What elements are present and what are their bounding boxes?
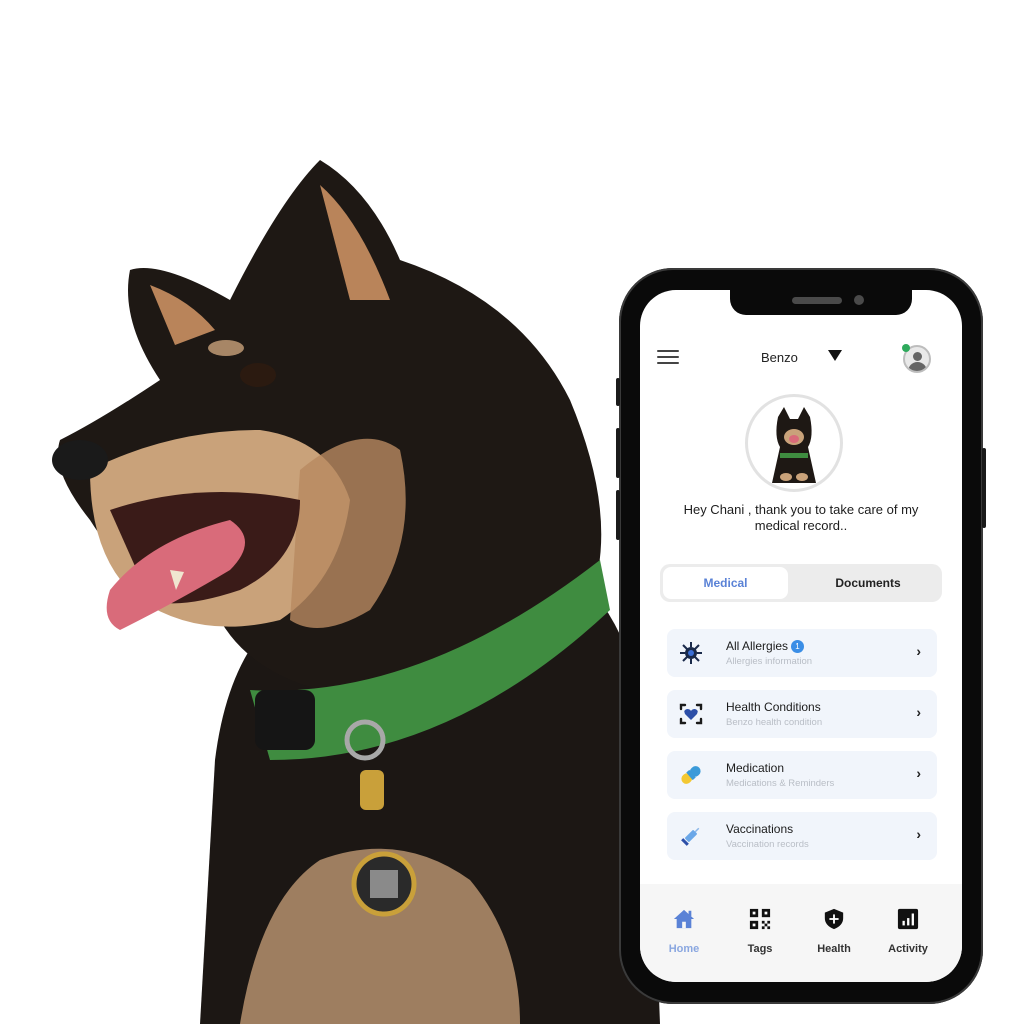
triangle-down-icon[interactable]	[828, 350, 842, 361]
bar-chart-icon	[897, 908, 919, 930]
nav-home[interactable]: Home	[654, 908, 714, 955]
card-title: All Allergies 1	[726, 639, 805, 653]
card-title: Health Conditions	[726, 700, 821, 714]
greeting-text: Hey Chani , thank you to take care of my…	[683, 502, 919, 533]
card-subtitle: Allergies information	[726, 656, 813, 667]
syringe-icon	[681, 827, 700, 846]
virus-icon	[680, 642, 702, 664]
chevron-right-icon: ›	[916, 765, 921, 781]
nav-health[interactable]: Health	[804, 908, 864, 955]
nav-activity[interactable]: Activity	[878, 908, 938, 955]
qr-code-icon	[749, 908, 771, 930]
speaker-grille	[792, 297, 842, 304]
pill-icon	[681, 766, 701, 784]
shield-plus-icon	[824, 908, 844, 930]
nav-tags[interactable]: Tags	[730, 908, 790, 955]
notification-badge: 1	[791, 640, 805, 653]
heart-scan-icon	[679, 703, 703, 725]
pet-selector-label[interactable]: Benzo	[761, 350, 798, 365]
home-icon	[673, 909, 695, 929]
record-type-tabs: Medical Documents	[660, 564, 942, 602]
card-health-conditions[interactable]: Health Conditions Benzo health condition…	[667, 690, 937, 738]
phone-side-button	[616, 378, 620, 406]
chevron-right-icon: ›	[916, 643, 921, 659]
chevron-right-icon: ›	[916, 826, 921, 842]
hamburger-menu-icon[interactable]	[657, 350, 679, 366]
online-status-dot	[902, 344, 910, 352]
front-camera	[854, 295, 864, 305]
tab-documents[interactable]: Documents	[800, 567, 936, 599]
phone-volume-up	[616, 428, 620, 478]
app-header: Benzo	[640, 342, 962, 382]
card-subtitle: Medications & Reminders	[726, 778, 835, 789]
phone-power-button	[982, 448, 986, 528]
card-all-allergies[interactable]: All Allergies 1 Allergies information ›	[667, 629, 937, 677]
phone-notch	[730, 290, 912, 315]
pet-avatar-image	[772, 407, 816, 483]
phone-volume-down	[616, 490, 620, 540]
card-title: Medication	[726, 761, 785, 775]
pet-avatar[interactable]	[745, 394, 843, 492]
card-subtitle: Vaccination records	[726, 839, 809, 850]
card-title: Vaccinations	[726, 822, 794, 836]
app-screen: Benzo Hey Chani , thank you to take care…	[640, 290, 962, 982]
card-vaccinations[interactable]: Vaccinations Vaccination records ›	[667, 812, 937, 860]
bottom-navigation: Home Tags Health Activity	[640, 884, 962, 982]
chevron-right-icon: ›	[916, 704, 921, 720]
tab-medical[interactable]: Medical	[663, 567, 788, 599]
phone-mockup: Benzo Hey Chani , thank you to take care…	[616, 268, 986, 1004]
card-medication[interactable]: Medication Medications & Reminders ›	[667, 751, 937, 799]
card-subtitle: Benzo health condition	[726, 717, 823, 728]
